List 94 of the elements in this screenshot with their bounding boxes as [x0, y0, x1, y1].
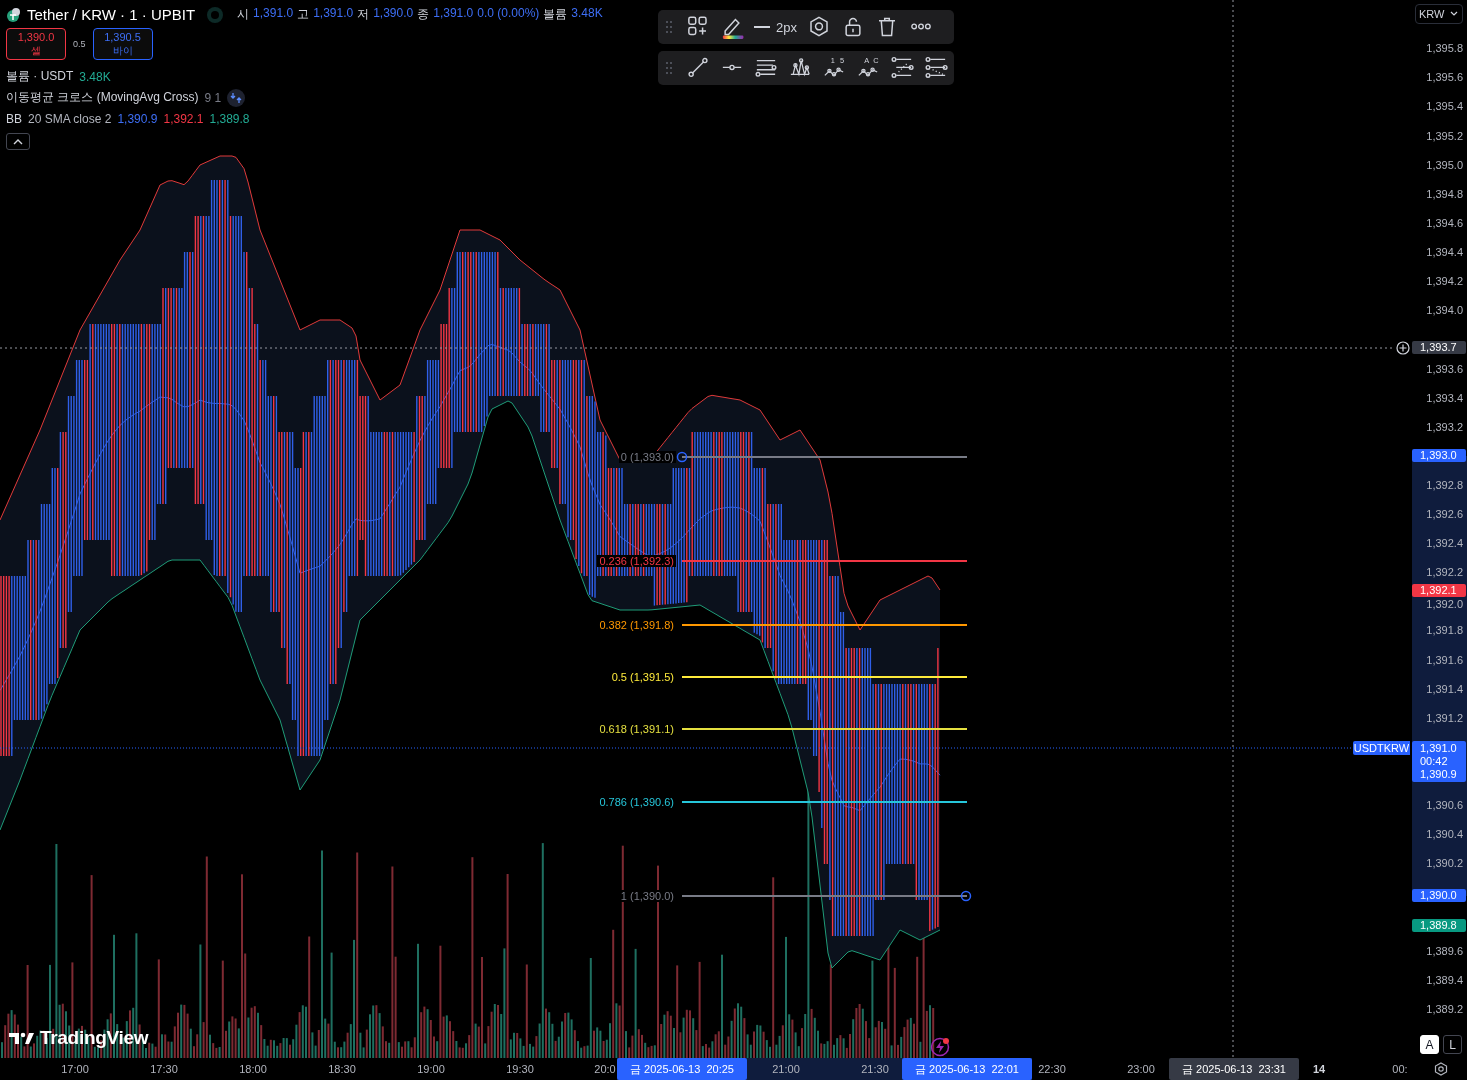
spread-value: 0.5: [73, 39, 86, 49]
price-tick-label: 1,391.4: [1426, 683, 1463, 695]
time-tick-label: 19:30: [506, 1063, 534, 1075]
price-tick-label: 1,391.8: [1426, 624, 1463, 636]
price-tick-label: 1,395.6: [1426, 71, 1463, 83]
price-change: 0.0 (0.00%): [477, 6, 540, 23]
drawing-price-label: 1,390.0: [1412, 889, 1466, 902]
fibonacci-level-label: 0.786 (1,390.6): [597, 796, 676, 808]
price-tick-label: 1,394.6: [1426, 217, 1463, 229]
tradingview-logo-text: TradingView: [40, 1027, 149, 1049]
indicator-price-label: 1,389.8: [1412, 919, 1466, 932]
tradingview-logo-icon: [8, 1030, 36, 1046]
time-tick-label: 00:: [1392, 1063, 1408, 1075]
fibonacci-level-label: 0.5 (1,391.5): [609, 671, 676, 683]
crosshair-price-label: 1,393.7: [1412, 341, 1466, 354]
price-tick-label: 1,394.8: [1426, 188, 1463, 200]
indicator-value: 1,392.1: [163, 111, 204, 126]
indicator-name[interactable]: BB: [6, 111, 22, 126]
caret-up-icon: [12, 137, 24, 146]
coin-icon: [6, 7, 21, 22]
chart-symbol-title[interactable]: Tether / KRW · 1 · UPBIT: [27, 6, 196, 23]
add-circle-icon[interactable]: [1396, 341, 1410, 355]
sell-button[interactable]: 1,390.0 셀: [6, 28, 66, 60]
fibonacci-level-label: 1 (1,390.0): [618, 890, 676, 902]
indicator-value: 1,390.9: [117, 111, 158, 126]
volume-label: 볼륨: [543, 6, 568, 23]
indicator-params: 20 SMA close 2: [28, 111, 112, 126]
time-tick-label: 21:30: [861, 1063, 889, 1075]
time-tick-label: 17:30: [150, 1063, 178, 1075]
time-tick-label: 22:30: [1038, 1063, 1066, 1075]
fibonacci-level-label: 0 (1,393.0): [618, 451, 676, 463]
price-tick-label: 1,393.6: [1426, 363, 1463, 375]
drag-handle[interactable]: [676, 451, 688, 463]
drawing-price-label: 1,393.0: [1412, 449, 1466, 462]
drag-handle[interactable]: [960, 890, 972, 902]
price-tick-label: 1,395.2: [1426, 130, 1463, 142]
price-tick-label: 1,391.6: [1426, 654, 1463, 666]
fibonacci-extension-icon[interactable]: [924, 56, 948, 80]
price-tick-label: 1,392.2: [1426, 566, 1463, 578]
price-tick-label: 1,392.8: [1426, 479, 1463, 491]
price-tick-label: 1,395.4: [1426, 100, 1463, 112]
fibonacci-level-label: 0.618 (1,391.1): [597, 723, 676, 735]
ohlc-label: 종: [417, 6, 430, 23]
currency-dropdown[interactable]: KRW: [1415, 4, 1463, 24]
last-price-label: 1,391.0 00:42 1,390.9: [1412, 741, 1466, 782]
time-tick-label: 14: [1312, 1063, 1326, 1075]
price-tick-label: 1,394.2: [1426, 275, 1463, 287]
time-tick-label: 17:00: [61, 1063, 89, 1075]
indicator-price-label: 1,392.1: [1412, 584, 1466, 597]
time-marker-label: 금 2025-06-13 23:31: [1169, 1058, 1299, 1080]
indicator-params: 9 1: [204, 90, 222, 105]
price-tick-label: 1,390.4: [1426, 828, 1463, 840]
trend-line-icon[interactable]: [686, 56, 710, 80]
price-tick-label: 1,389.2: [1426, 1003, 1463, 1015]
price-tick-label: 1,392.4: [1426, 537, 1463, 549]
indicator-value: 1,389.8: [209, 111, 250, 126]
time-tick-label: 19:00: [417, 1063, 445, 1075]
time-tick-label: 23:00: [1127, 1063, 1155, 1075]
chevron-down-icon: [1450, 11, 1458, 17]
scale-mode-button[interactable]: A: [1420, 1035, 1439, 1054]
fibonacci-level-label: 0.236 (1,392.3): [597, 555, 676, 567]
price-tick-label: 1,390.6: [1426, 799, 1463, 811]
scale-mode-button[interactable]: L: [1443, 1035, 1462, 1054]
indicator-name[interactable]: 이동평균 크로스 (MovingAvg Cross): [6, 89, 199, 106]
symbol-label: USDTKRW: [1353, 741, 1410, 755]
price-tick-label: 1,389.4: [1426, 974, 1463, 986]
time-tick-label: 18:30: [328, 1063, 356, 1075]
indicator-name[interactable]: 볼륨 · USDT: [6, 68, 74, 85]
time-marker-label: 금 2025-06-13 22:01: [902, 1058, 1032, 1080]
indicator-value: 3.48K: [79, 69, 111, 84]
fibonacci-levels-icon[interactable]: [890, 56, 914, 80]
price-tick-label: 1,394.4: [1426, 246, 1463, 258]
price-tick-label: 1,394.0: [1426, 304, 1463, 316]
price-tick-label: 1,392.6: [1426, 508, 1463, 520]
ohlc-label: 저: [357, 6, 370, 23]
ohlc-label: 시: [237, 6, 250, 23]
price-tick-label: 1,393.4: [1426, 392, 1463, 404]
line-width-button[interactable]: 2px: [754, 19, 797, 35]
time-marker-label: 금 2025-06-13 20:25: [617, 1058, 747, 1080]
time-tick-label: 21:00: [772, 1063, 800, 1075]
price-tick-label: 1,390.2: [1426, 857, 1463, 869]
time-tick-label: 18:00: [239, 1063, 267, 1075]
settings-icon[interactable]: [1434, 1062, 1448, 1076]
price-tick-label: 1,393.2: [1426, 421, 1463, 433]
price-tick-label: 1,392.0: [1426, 598, 1463, 610]
lightning-icon[interactable]: [930, 1037, 950, 1057]
time-tick-label: 20:0: [594, 1063, 616, 1075]
price-tick-label: 1,391.2: [1426, 712, 1463, 724]
price-tick-label: 1,389.6: [1426, 945, 1463, 957]
price-tick-label: 1,395.8: [1426, 42, 1463, 54]
price-tick-label: 1,395.0: [1426, 159, 1463, 171]
collapse-button[interactable]: [6, 133, 30, 150]
fibonacci-level-label: 0.382 (1,391.8): [597, 619, 676, 631]
buy-button[interactable]: 1,390.5 바이: [92, 28, 153, 60]
